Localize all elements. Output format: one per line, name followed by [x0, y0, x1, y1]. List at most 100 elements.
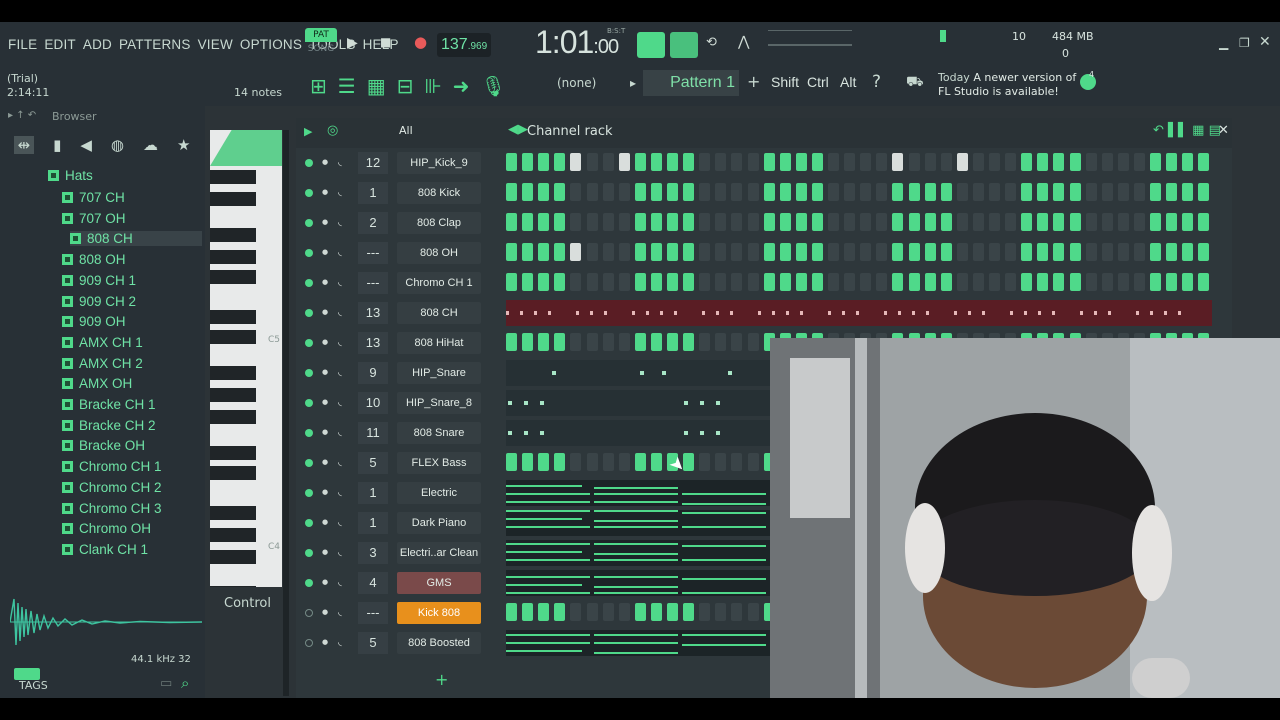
close-window-icon[interactable]: ✕ [1259, 34, 1271, 50]
browser-item[interactable]: Chromo OH [62, 521, 151, 536]
step-button[interactable] [506, 603, 517, 621]
channel-name-button[interactable]: Electric [397, 482, 481, 504]
rack-menu-icon[interactable]: ◀▶ [508, 122, 528, 137]
add-pattern-icon[interactable]: + [747, 72, 760, 91]
step-button[interactable] [506, 453, 517, 471]
step-button[interactable] [1101, 213, 1113, 231]
pat-song-toggle[interactable]: PAT SONG [305, 28, 337, 58]
step-sequencer[interactable] [506, 183, 1212, 203]
step-button[interactable] [1021, 213, 1033, 231]
step-button[interactable] [844, 183, 856, 201]
step-button[interactable] [795, 213, 807, 231]
step-button[interactable] [1021, 273, 1033, 291]
song-mode[interactable]: SONG [305, 42, 337, 56]
step-button[interactable] [1117, 153, 1129, 171]
pan-knob[interactable]: ● [322, 218, 334, 230]
step-button[interactable] [1037, 213, 1049, 231]
channel-name-button[interactable]: 808 Boosted [397, 632, 481, 654]
globe-icon[interactable]: ◍ [111, 136, 124, 154]
pan-knob[interactable]: ● [322, 188, 334, 200]
filter-group[interactable]: All [399, 124, 413, 137]
volume-knob[interactable]: ◟ [338, 247, 350, 259]
channel-name-button[interactable]: Chromo CH 1 [397, 272, 481, 294]
step-button[interactable] [554, 603, 566, 621]
plugin-picker-icon[interactable]: ⊪ [424, 74, 441, 100]
help-icon[interactable]: ? [872, 72, 881, 92]
volume-knob[interactable]: ◟ [338, 577, 350, 589]
mixer-track-number[interactable]: 12 [358, 152, 388, 174]
channel-mute-led[interactable] [305, 279, 313, 287]
step-button[interactable] [634, 453, 646, 471]
step-button[interactable] [924, 213, 936, 231]
step-button[interactable] [618, 183, 630, 201]
step-button[interactable] [602, 153, 614, 171]
pan-knob[interactable]: ● [322, 518, 334, 530]
step-button[interactable] [586, 213, 598, 231]
step-button[interactable] [1150, 273, 1161, 291]
step-button[interactable] [731, 183, 743, 201]
step-button[interactable] [570, 213, 582, 231]
pan-knob[interactable]: ● [322, 548, 334, 560]
menu-patterns[interactable]: PATTERNS [119, 37, 191, 52]
step-button[interactable] [1117, 273, 1129, 291]
volume-knob[interactable]: ◟ [338, 277, 350, 289]
step-button[interactable] [650, 333, 662, 351]
browser-item[interactable]: 707 CH [62, 190, 125, 205]
channel-name-button[interactable]: GMS [397, 572, 481, 594]
pan-knob[interactable]: ● [322, 578, 334, 590]
pat-mode[interactable]: PAT [305, 28, 337, 42]
step-button[interactable] [667, 603, 678, 621]
menu-edit[interactable]: EDIT [44, 37, 76, 52]
step-button[interactable] [1166, 213, 1178, 231]
microphone-icon[interactable]: 🎙 [481, 74, 506, 100]
browser-item[interactable]: 909 OH [62, 314, 126, 329]
step-button[interactable] [989, 243, 1000, 261]
step-button[interactable] [876, 243, 888, 261]
step-button[interactable] [683, 183, 695, 201]
step-button[interactable] [1198, 183, 1210, 201]
step-button[interactable] [972, 183, 984, 201]
step-button[interactable] [828, 243, 839, 261]
step-button[interactable] [1182, 153, 1194, 171]
step-button[interactable] [1069, 153, 1081, 171]
step-sequencer[interactable] [506, 273, 1212, 293]
channel-mute-led[interactable] [305, 519, 313, 527]
step-button[interactable] [1133, 213, 1145, 231]
step-button[interactable] [1150, 243, 1161, 261]
countdown-button[interactable] [670, 32, 698, 58]
news-panel[interactable]: Today A newer version of FL Studio is av… [938, 71, 1076, 99]
step-button[interactable] [538, 453, 550, 471]
menu-view[interactable]: VIEW [198, 37, 233, 52]
step-button[interactable] [1182, 243, 1194, 261]
play-icon[interactable]: ▶ [347, 35, 358, 51]
step-button[interactable] [650, 243, 662, 261]
step-button[interactable] [602, 183, 614, 201]
mixer-track-number[interactable]: 4 [358, 572, 388, 594]
step-button[interactable] [538, 153, 550, 171]
step-button[interactable] [1037, 243, 1049, 261]
black-key[interactable] [210, 330, 256, 344]
channel-mute-led[interactable] [305, 459, 313, 467]
black-key[interactable] [210, 506, 256, 520]
black-key[interactable] [210, 228, 256, 242]
mixer-track-number[interactable]: 1 [358, 482, 388, 504]
step-button[interactable] [779, 183, 791, 201]
browser-item[interactable]: 808 OH [62, 252, 126, 267]
step-button[interactable] [1037, 153, 1049, 171]
step-button[interactable] [747, 333, 759, 351]
step-button[interactable] [876, 273, 888, 291]
step-button[interactable] [731, 243, 743, 261]
step-button[interactable] [779, 273, 791, 291]
step-button[interactable] [554, 153, 566, 171]
pan-knob[interactable]: ● [322, 308, 334, 320]
step-button[interactable] [1053, 213, 1065, 231]
mixer-track-number[interactable]: --- [358, 242, 388, 264]
star-icon[interactable]: ★ [177, 136, 190, 154]
step-button[interactable] [795, 243, 807, 261]
step-button[interactable] [844, 213, 856, 231]
step-button[interactable] [1053, 183, 1065, 201]
step-button[interactable] [1053, 243, 1065, 261]
browser-item[interactable]: Bracke CH 2 [62, 418, 156, 433]
channel-mute-led[interactable] [305, 579, 313, 587]
channel-mute-led[interactable] [305, 429, 313, 437]
